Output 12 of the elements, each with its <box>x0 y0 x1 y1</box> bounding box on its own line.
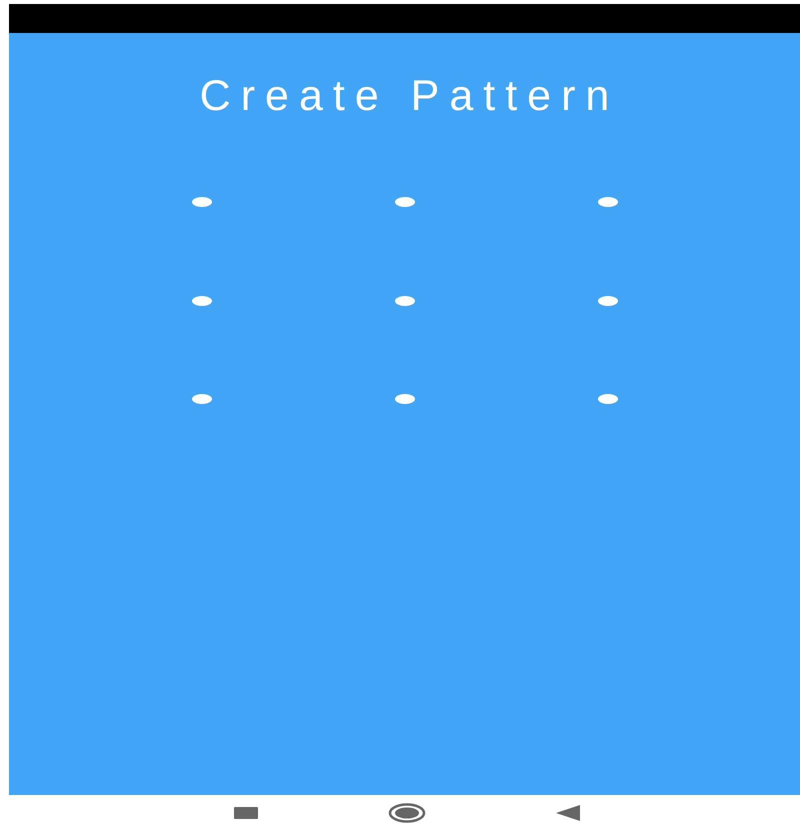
pattern-dot[interactable] <box>192 197 212 208</box>
screen-title: Create Pattern <box>200 73 620 119</box>
pattern-dot[interactable] <box>598 197 618 208</box>
pattern-dot[interactable] <box>598 296 618 306</box>
pattern-dot[interactable] <box>394 394 414 404</box>
back-icon[interactable] <box>556 805 580 821</box>
home-icon[interactable] <box>388 803 426 823</box>
pattern-dot[interactable] <box>394 197 414 208</box>
pattern-dot[interactable] <box>192 296 212 306</box>
pattern-dot[interactable] <box>192 394 212 404</box>
pattern-dot[interactable] <box>598 394 618 404</box>
pattern-dot[interactable] <box>394 296 414 306</box>
